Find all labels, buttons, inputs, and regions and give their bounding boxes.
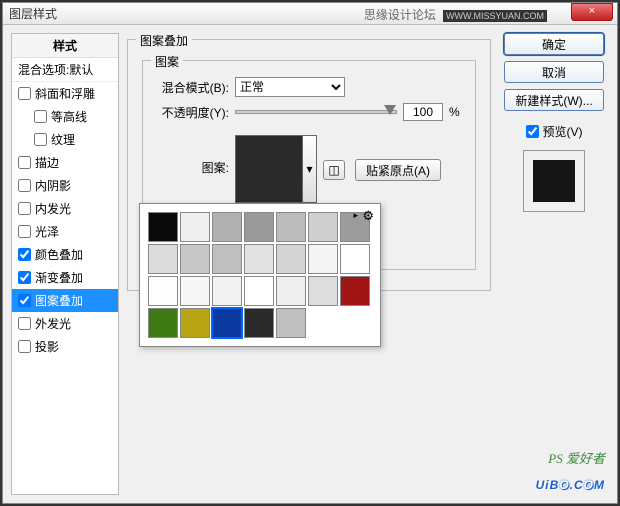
style-item[interactable]: 内发光 [12, 197, 118, 220]
pattern-swatch-item[interactable] [308, 276, 338, 306]
style-label: 颜色叠加 [35, 246, 83, 263]
style-label: 纹理 [51, 131, 75, 148]
new-pattern-button[interactable]: ◫ [323, 160, 345, 180]
style-checkbox[interactable] [18, 294, 31, 307]
percent-label: % [449, 105, 463, 119]
style-item[interactable]: 光泽 [12, 220, 118, 243]
blend-mode-select[interactable]: 正常 [235, 77, 345, 97]
style-item[interactable]: 渐变叠加 [12, 266, 118, 289]
style-checkbox[interactable] [34, 133, 47, 146]
cancel-button[interactable]: 取消 [504, 61, 604, 83]
style-label: 光泽 [35, 223, 59, 240]
preview-checkbox-row[interactable]: 预览(V) [526, 123, 583, 140]
new-style-button[interactable]: 新建样式(W)... [504, 89, 604, 111]
snap-origin-button[interactable]: 贴紧原点(A) [355, 159, 441, 181]
pattern-swatch-item[interactable] [340, 244, 370, 274]
style-label: 内阴影 [35, 177, 71, 194]
dialog-content: 样式 混合选项:默认 斜面和浮雕等高线纹理描边内阴影内发光光泽颜色叠加渐变叠加图… [3, 25, 617, 503]
gear-icon[interactable]: ⚙ [362, 208, 374, 224]
pattern-swatch-item[interactable] [180, 276, 210, 306]
style-label: 渐变叠加 [35, 269, 83, 286]
preview-box [523, 150, 585, 212]
pattern-swatch-item[interactable] [244, 244, 274, 274]
pattern-swatch-item[interactable] [180, 212, 210, 242]
style-checkbox[interactable] [18, 179, 31, 192]
pattern-swatch-item[interactable] [212, 212, 242, 242]
styles-header: 样式 [12, 34, 118, 58]
preview-checkbox[interactable] [526, 125, 539, 138]
pattern-swatch-item[interactable] [244, 212, 274, 242]
pattern-swatch-item[interactable] [180, 244, 210, 274]
pattern-swatch-item[interactable] [308, 212, 338, 242]
pattern-swatch-item[interactable] [212, 276, 242, 306]
opacity-label: 不透明度(Y): [155, 104, 229, 121]
pattern-swatch-item[interactable] [308, 244, 338, 274]
pattern-swatch-item[interactable] [212, 308, 242, 338]
blend-mode-label: 混合模式(B): [155, 79, 229, 96]
action-panel: 确定 取消 新建样式(W)... 预览(V) [499, 33, 609, 495]
style-checkbox[interactable] [34, 110, 47, 123]
preview-thumbnail [533, 160, 575, 202]
style-item[interactable]: 等高线 [12, 105, 118, 128]
ok-button[interactable]: 确定 [504, 33, 604, 55]
style-checkbox[interactable] [18, 317, 31, 330]
pattern-swatch-item[interactable] [148, 276, 178, 306]
group-title: 图案叠加 [136, 32, 192, 49]
opacity-slider[interactable] [235, 110, 397, 114]
opacity-input[interactable] [403, 103, 443, 121]
styles-panel: 样式 混合选项:默认 斜面和浮雕等高线纹理描边内阴影内发光光泽颜色叠加渐变叠加图… [11, 33, 119, 495]
style-label: 斜面和浮雕 [35, 85, 95, 102]
style-item[interactable]: 外发光 [12, 312, 118, 335]
pattern-swatch-item[interactable] [148, 244, 178, 274]
style-item[interactable]: 斜面和浮雕 [12, 82, 118, 105]
pattern-swatch-item[interactable] [276, 212, 306, 242]
pattern-swatch-item[interactable] [180, 308, 210, 338]
layer-style-dialog: 图层样式 思缘设计论坛 WWW.MISSYUAN.COM × 样式 混合选项:默… [2, 2, 618, 504]
pattern-swatch-item[interactable] [276, 276, 306, 306]
style-item[interactable]: 颜色叠加 [12, 243, 118, 266]
style-checkbox[interactable] [18, 156, 31, 169]
blend-options-default[interactable]: 混合选项:默认 [12, 58, 118, 82]
style-label: 外发光 [35, 315, 71, 332]
new-preset-icon: ◫ [328, 163, 339, 177]
style-checkbox[interactable] [18, 87, 31, 100]
style-label: 等高线 [51, 108, 87, 125]
style-label: 图案叠加 [35, 292, 83, 309]
style-item[interactable]: 投影 [12, 335, 118, 358]
style-item[interactable]: 内阴影 [12, 174, 118, 197]
pattern-label: 图案: [155, 135, 229, 176]
style-label: 描边 [35, 154, 59, 171]
style-checkbox[interactable] [18, 202, 31, 215]
inner-title: 图案 [151, 53, 183, 70]
pattern-swatch[interactable] [235, 135, 303, 203]
pattern-swatch-item[interactable] [212, 244, 242, 274]
picker-menu-arrow-icon[interactable]: ▸ [353, 210, 358, 221]
settings-panel: 图案叠加 图案 混合模式(B): 正常 不透明度(Y): % [127, 33, 491, 495]
style-checkbox[interactable] [18, 340, 31, 353]
style-checkbox[interactable] [18, 248, 31, 261]
pattern-swatch-item[interactable] [244, 276, 274, 306]
preview-label: 预览(V) [543, 123, 583, 140]
forum-credit: 思缘设计论坛 WWW.MISSYUAN.COM [364, 6, 547, 23]
style-item[interactable]: 图案叠加 [12, 289, 118, 312]
style-checkbox[interactable] [18, 225, 31, 238]
style-label: 内发光 [35, 200, 71, 217]
pattern-swatch-item[interactable] [340, 276, 370, 306]
pattern-swatch-item[interactable] [276, 244, 306, 274]
style-item[interactable]: 纹理 [12, 128, 118, 151]
pattern-swatch-item[interactable] [244, 308, 274, 338]
style-item[interactable]: 描边 [12, 151, 118, 174]
titlebar: 图层样式 思缘设计论坛 WWW.MISSYUAN.COM × [3, 3, 617, 25]
pattern-picker-popup: ⚙ ▸ [139, 203, 381, 347]
style-label: 投影 [35, 338, 59, 355]
chevron-down-icon: ▾ [306, 162, 312, 176]
pattern-swatch-item[interactable] [276, 308, 306, 338]
close-button[interactable]: × [571, 3, 613, 21]
pattern-dropdown-button[interactable]: ▾ [303, 135, 317, 203]
style-checkbox[interactable] [18, 271, 31, 284]
dialog-title: 图层样式 [9, 5, 57, 22]
pattern-swatch-item[interactable] [148, 308, 178, 338]
slider-thumb-icon[interactable] [384, 105, 396, 115]
pattern-swatch-item[interactable] [148, 212, 178, 242]
